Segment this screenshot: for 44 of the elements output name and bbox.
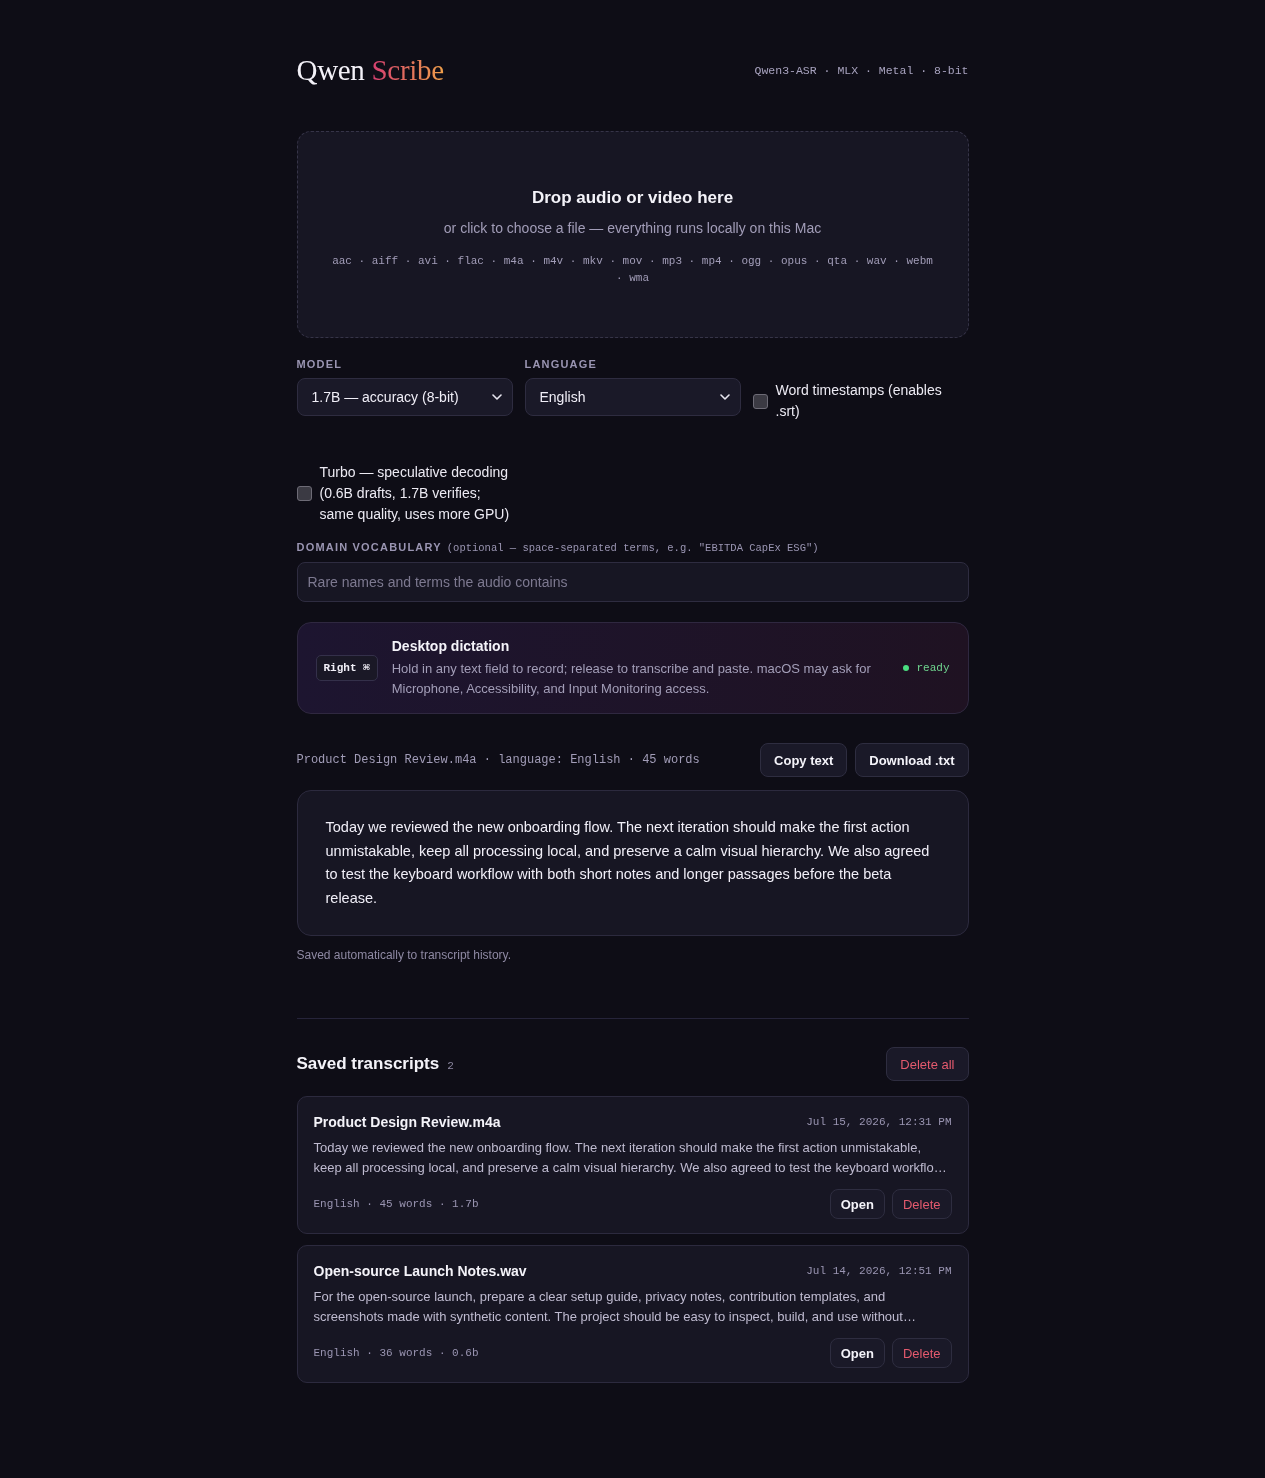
checkbox[interactable] — [752, 393, 768, 409]
field-label: MODEL — [296, 358, 344, 371]
shortcut-key: Right ⌘ — [315, 655, 378, 681]
transcript-preview: Today we reviewed the new onboarding flow. The next iteration should make the first action unmistakable, keep all processing local, and preserve a calm visual hierarchy. We also agreed to test the keyboard workflo… — [313, 1139, 948, 1177]
checkbox[interactable] — [296, 486, 312, 501]
delete-all-button[interactable]: Delete all — [886, 1047, 969, 1081]
status-label: ready — [916, 662, 950, 674]
drop-zone[interactable]: Drop audio or video here or click to choose a file — everything runs locally on this Mac aac · aiff · avi · flac · m4a · m4v · mkv · mov · mp3 · mp4 · ogg · opus · qta · wav · webm · wma — [296, 131, 969, 338]
save-note: Saved automatically to transcript history. — [296, 948, 513, 963]
card-action-button[interactable]: Open — [829, 1189, 885, 1219]
transcript-text: Today we reviewed the new onboarding flow. The next iteration should make the first action unmistakable, keep all processing local, and preserve a calm visual hierarchy. We also agreed to test the keyboard workflow with both short notes and longer passages before the beta release. — [325, 818, 931, 908]
status-dot-icon — [903, 665, 910, 671]
dictation-description: Hold in any text field to record; release to transcribe and paste. macOS may ask for Microphone, Accessibility, and Input Monitoring access. — [391, 660, 872, 698]
chevron-down-icon — [491, 394, 502, 400]
drop-zone-title: Drop audio or video here — [530, 187, 735, 209]
action-button[interactable]: Copy text — [760, 743, 848, 777]
vocabulary-input[interactable]: Rare names and terms the audio contains — [296, 562, 969, 602]
card-action-button[interactable]: Open — [829, 1338, 885, 1368]
dropdown-select[interactable]: English — [524, 378, 741, 416]
drop-zone-subtitle: or click to choose a file — everything runs locally on this Mac — [442, 219, 823, 237]
field-label: LANGUAGE — [524, 358, 599, 371]
transcript-details: English · 45 words · 1.7b — [313, 1198, 479, 1210]
card-action-button[interactable]: Delete — [891, 1189, 952, 1219]
card-action-button[interactable]: Delete — [891, 1338, 952, 1368]
field-hint: (optional — space-separated terms, e.g. "EBITDA CapEx ESG") — [446, 542, 819, 555]
checkbox-label: Turbo — speculative decoding (0.6B drafts, 1.7B verifies; same quality, uses more GPU) — [319, 463, 511, 524]
file-name: Open-source Launch Notes.wav — [313, 1262, 527, 1280]
transcript-details: English · 36 words · 0.6b — [313, 1347, 479, 1359]
supported-formats: aac · aiff · avi · flac · m4a · m4v · mkv · mov · mp3 · mp4 · ogg · opus · qta · wav · webm · wma — [331, 254, 934, 286]
chevron-down-icon — [719, 394, 730, 400]
section-title: Saved transcripts — [296, 1053, 440, 1075]
checkbox-label: Word timestamps (enables .srt) — [775, 381, 943, 421]
app-logo: Qwen Scribe — [296, 53, 444, 88]
field-label: DOMAIN VOCABULARY — [296, 541, 442, 554]
transcript-info: Product Design Review.m4a · language: English · 45 words — [296, 753, 700, 767]
dictation-title: Desktop dictation — [391, 637, 511, 655]
transcript-count: 2 — [447, 1060, 454, 1072]
file-name: Product Design Review.m4a — [313, 1113, 501, 1131]
engine-info: Qwen3-ASR · MLX · Metal · 8-bit — [754, 63, 969, 77]
dropdown-select[interactable]: 1.7B — accuracy (8-bit) — [296, 378, 513, 416]
action-button[interactable]: Download .txt — [855, 743, 969, 777]
date-time: Jul 15, 2026, 12:31 PM — [806, 1116, 952, 1128]
date-time: Jul 14, 2026, 12:51 PM — [806, 1265, 952, 1277]
transcript-preview: For the open-source launch, prepare a clear setup guide, privacy notes, contribution templates, and screenshots made with synthetic content. The project should be easy to inspect, build, and use without… — [313, 1288, 917, 1326]
